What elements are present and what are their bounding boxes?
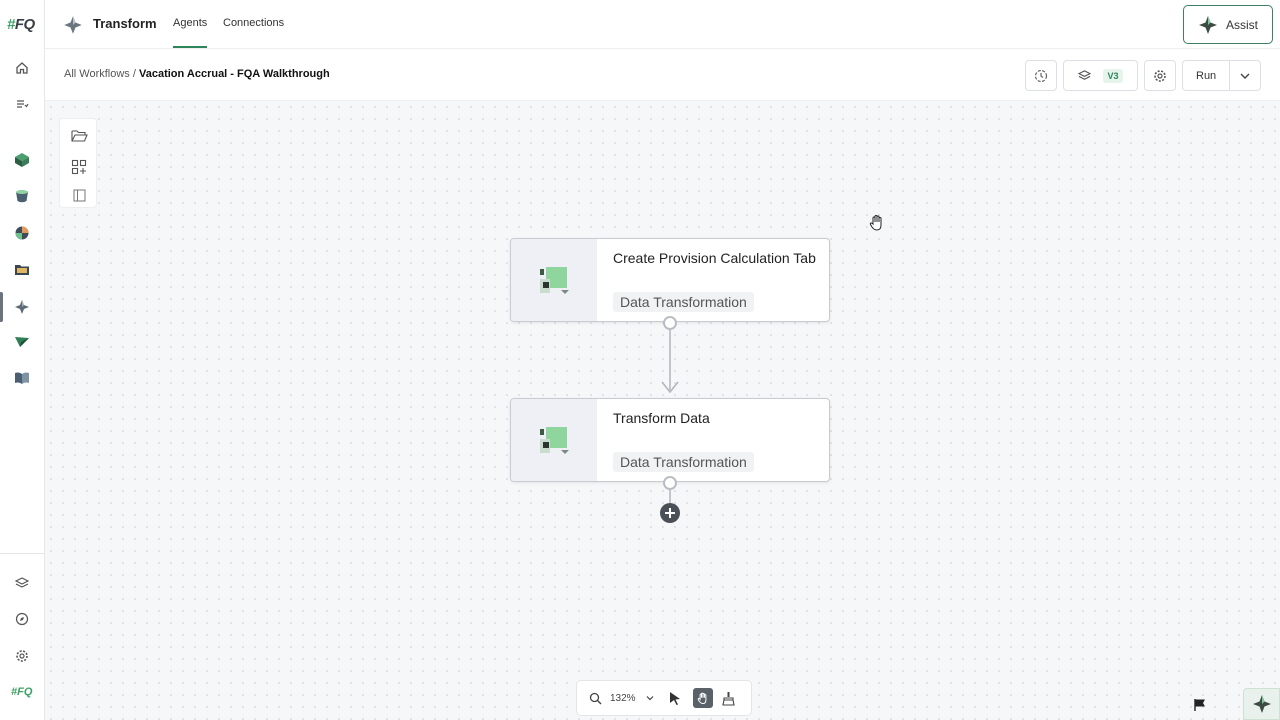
node-title: Create Provision Calculation Tab <box>613 250 816 266</box>
workflow-node[interactable]: Transform Data Data Transformation <box>510 398 830 482</box>
hand-tool-button[interactable] <box>692 688 713 708</box>
zoom-level[interactable]: 132% <box>610 693 636 704</box>
node-output-port[interactable] <box>663 316 677 330</box>
node-type-tag: Data Transformation <box>613 292 754 312</box>
workflow-node[interactable]: Create Provision Calculation Tab Data Tr… <box>510 238 830 322</box>
node-type-tag: Data Transformation <box>613 452 754 472</box>
add-step-icon[interactable] <box>659 502 681 524</box>
data-transformation-icon <box>540 267 569 294</box>
hand-tool-icon <box>697 692 706 704</box>
assist-corner-button[interactable] <box>1243 688 1280 720</box>
pointer-tool-icon[interactable] <box>669 691 681 706</box>
chevron-down-icon[interactable] <box>645 693 655 703</box>
flag-icon[interactable] <box>1193 698 1207 712</box>
canvas-toolbar: 132% <box>576 680 752 716</box>
clean-tool-icon[interactable] <box>721 691 735 706</box>
assist-sparkle-icon <box>1252 695 1271 713</box>
node-thumbnail <box>511 239 597 321</box>
node-connector <box>661 330 679 503</box>
node-title: Transform Data <box>613 410 710 426</box>
node-output-port[interactable] <box>663 476 677 490</box>
node-thumbnail <box>511 399 597 481</box>
data-transformation-icon <box>540 427 569 454</box>
search-icon[interactable] <box>589 692 602 705</box>
hand-cursor-icon <box>869 214 882 231</box>
